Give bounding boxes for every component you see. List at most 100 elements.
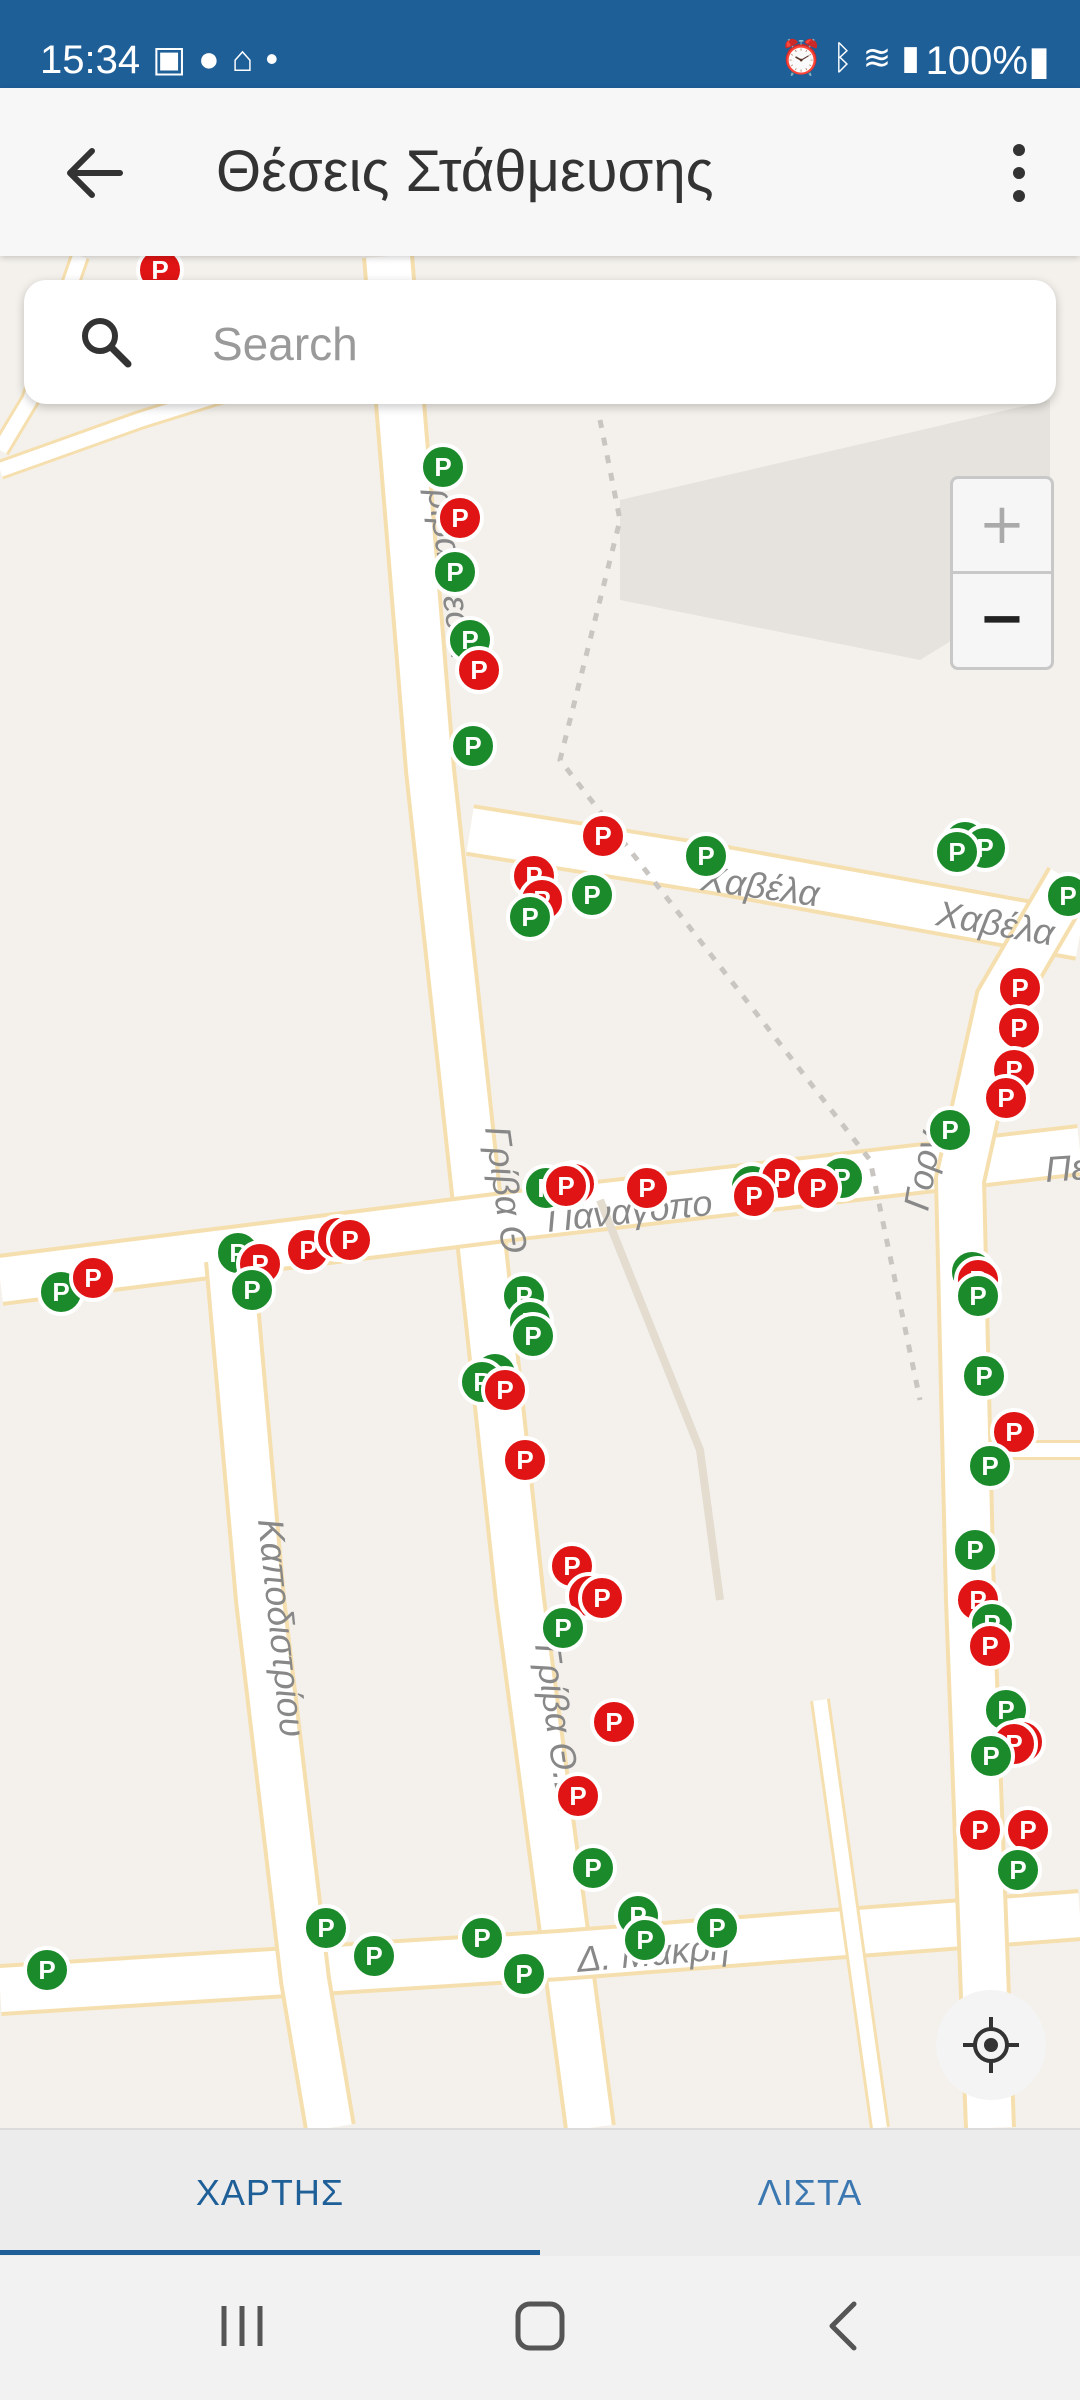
parking-marker-occupied[interactable]: P: [730, 1172, 778, 1220]
bluetooth-icon: ᛒ: [832, 39, 863, 77]
parking-marker-free[interactable]: P: [926, 1106, 974, 1154]
parking-marker-free[interactable]: P: [228, 1266, 276, 1314]
parking-marker-occupied[interactable]: P: [436, 494, 484, 542]
parking-marker-free[interactable]: P: [994, 1846, 1042, 1894]
marker-label: P: [593, 1583, 610, 1613]
parking-marker-free[interactable]: P: [954, 1272, 1002, 1320]
active-tab-indicator: [0, 2250, 540, 2255]
parking-marker-occupied[interactable]: P: [69, 1254, 117, 1302]
marker-label: P: [969, 1281, 986, 1311]
marker-label: P: [981, 1631, 998, 1661]
marker-label: P: [941, 1115, 958, 1145]
bottom-tabs: ΧΑΡΤΗΣ ΛΙΣΤΑ: [0, 2128, 1080, 2256]
parking-marker-free[interactable]: P: [458, 1914, 506, 1962]
parking-marker-free[interactable]: P: [933, 828, 981, 876]
parking-marker-occupied[interactable]: P: [996, 964, 1044, 1012]
zoom-in-button[interactable]: +: [953, 479, 1051, 574]
parking-marker-free[interactable]: P: [621, 1916, 669, 1964]
nav-back-icon[interactable]: [814, 2296, 874, 2356]
marker-label: P: [52, 1277, 69, 1307]
tab-map[interactable]: ΧΑΡΤΗΣ: [0, 2130, 540, 2256]
parking-marker-free[interactable]: P: [509, 1312, 557, 1360]
parking-marker-free[interactable]: P: [693, 1904, 741, 1952]
marker-label: P: [554, 1613, 571, 1643]
parking-marker-free[interactable]: P: [419, 443, 467, 491]
search-input[interactable]: [210, 308, 1014, 380]
parking-marker-free[interactable]: P: [302, 1904, 350, 1952]
wifi-icon: ≋: [862, 39, 902, 77]
marker-label: P: [594, 821, 611, 851]
parking-marker-occupied[interactable]: P: [326, 1216, 374, 1264]
parking-marker-occupied[interactable]: P: [578, 1574, 626, 1622]
marker-label: P: [516, 1445, 533, 1475]
marker-label: P: [605, 1707, 622, 1737]
more-vert-icon[interactable]: [994, 138, 1044, 208]
battery-level: 100%▮: [926, 38, 1050, 84]
parking-marker-occupied[interactable]: P: [590, 1698, 638, 1746]
recents-icon[interactable]: [212, 2296, 272, 2356]
parking-marker-free[interactable]: P: [1044, 872, 1080, 920]
marker-label: P: [948, 837, 965, 867]
marker-label: P: [464, 731, 481, 761]
parking-marker-free[interactable]: P: [951, 1526, 999, 1574]
parking-marker-occupied[interactable]: P: [623, 1164, 671, 1212]
parking-marker-free[interactable]: P: [449, 722, 497, 770]
marker-label: P: [966, 1535, 983, 1565]
marker-label: P: [708, 1913, 725, 1943]
parking-marker-occupied[interactable]: P: [542, 1162, 590, 1210]
marker-label: P: [809, 1173, 826, 1203]
parking-marker-free[interactable]: P: [23, 1946, 71, 1994]
app-bar: Θέσεις Στάθμευσης: [0, 88, 1080, 256]
marker-label: P: [470, 655, 487, 685]
parking-marker-free[interactable]: P: [960, 1352, 1008, 1400]
map-view[interactable]: Γρίβα Θεοδ. Χαβέλα Χαβέλα Παναγοπο Γρίβα…: [0, 256, 1080, 2128]
parking-marker-free[interactable]: P: [500, 1950, 548, 1998]
marker-label: P: [473, 1923, 490, 1953]
parking-marker-occupied[interactable]: P: [481, 1366, 529, 1414]
page-title: Θέσεις Στάθμευσης: [216, 139, 714, 204]
back-arrow-icon[interactable]: [60, 138, 130, 208]
marker-label: P: [317, 1913, 334, 1943]
parking-marker-occupied[interactable]: P: [554, 1772, 602, 1820]
marker-label: P: [84, 1263, 101, 1293]
marker-label: P: [636, 1925, 653, 1955]
parking-marker-free[interactable]: P: [431, 548, 479, 596]
status-left-icons: ▣●⌂•: [152, 38, 290, 80]
parking-marker-occupied[interactable]: P: [956, 1806, 1004, 1854]
marker-label: P: [971, 1815, 988, 1845]
parking-marker-occupied[interactable]: P: [455, 646, 503, 694]
parking-marker-free[interactable]: P: [539, 1604, 587, 1652]
parking-marker-occupied[interactable]: P: [966, 1622, 1014, 1670]
parking-marker-occupied[interactable]: P: [1004, 1806, 1052, 1854]
search-icon: [82, 318, 132, 368]
crosshair-icon: [963, 2017, 1019, 2073]
home-icon[interactable]: [510, 2296, 570, 2356]
tab-list[interactable]: ΛΙΣΤΑ: [540, 2130, 1080, 2256]
zoom-out-button[interactable]: −: [953, 573, 1051, 665]
parking-marker-occupied[interactable]: P: [794, 1164, 842, 1212]
search-bar[interactable]: [24, 280, 1056, 404]
parking-marker-free[interactable]: P: [350, 1932, 398, 1980]
parking-marker-occupied[interactable]: P: [982, 1074, 1030, 1122]
marker-label: P: [583, 880, 600, 910]
marker-label: P: [584, 1853, 601, 1883]
parking-marker-free[interactable]: P: [967, 1732, 1015, 1780]
marker-label: P: [697, 841, 714, 871]
parking-marker-free[interactable]: P: [506, 893, 554, 941]
parking-marker-occupied[interactable]: P: [995, 1004, 1043, 1052]
battery-icon: ▮: [1027, 39, 1050, 83]
parking-marker-occupied[interactable]: P: [579, 812, 627, 860]
parking-marker-free[interactable]: P: [568, 871, 616, 919]
parking-marker-occupied[interactable]: P: [501, 1436, 549, 1484]
map-canvas[interactable]: Γρίβα Θεοδ. Χαβέλα Χαβέλα Παναγοπο Γρίβα…: [0, 256, 1080, 2128]
parking-marker-free[interactable]: P: [966, 1442, 1014, 1490]
marker-label: P: [1011, 973, 1028, 1003]
marker-label: P: [1059, 881, 1076, 911]
my-location-button[interactable]: [936, 1990, 1046, 2100]
battery-text: 100%: [925, 39, 1028, 83]
parking-marker-free[interactable]: P: [682, 832, 730, 880]
status-time: 15:34: [40, 38, 141, 82]
parking-marker-free[interactable]: P: [569, 1844, 617, 1892]
marker-label: P: [243, 1275, 260, 1305]
dot-icon: •: [265, 38, 291, 79]
